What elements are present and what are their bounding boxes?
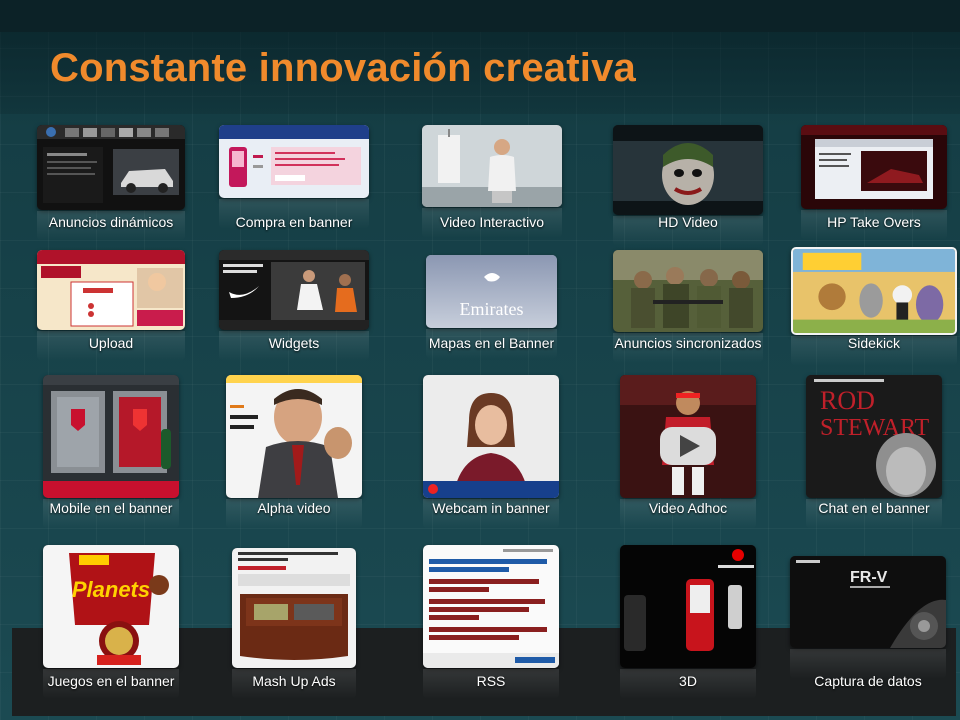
tile-label: Anuncios dinámicos bbox=[48, 214, 174, 230]
tile-label: 3D bbox=[679, 673, 697, 689]
tile-label: HP Take Overs bbox=[827, 214, 921, 230]
slide-title: Constante innovación creativa bbox=[50, 46, 636, 90]
tile-label: Sidekick bbox=[847, 335, 901, 351]
tile-label: Mapas en el Banner bbox=[428, 335, 555, 351]
thumbnail bbox=[43, 375, 179, 498]
tile-label: HD Video bbox=[658, 214, 718, 230]
slide: Constante innovación creativa Anuncios d… bbox=[0, 0, 960, 720]
thumbnail bbox=[422, 125, 562, 207]
tile-label: Juegos en el banner bbox=[47, 673, 175, 689]
thumbnail bbox=[219, 250, 369, 330]
tile-label: Mobile en el banner bbox=[49, 500, 173, 516]
thumbnail bbox=[620, 375, 756, 498]
thumbnail: FR-V bbox=[790, 556, 946, 648]
thumbnail: Planets bbox=[43, 545, 179, 668]
tile-label: Mash Up Ads bbox=[252, 673, 336, 689]
tile-label: Video Interactivo bbox=[439, 214, 545, 230]
thumbnail bbox=[226, 375, 362, 498]
emirates-logo-text: Emirates bbox=[460, 299, 524, 319]
thumbnail: Emirates bbox=[426, 255, 557, 328]
thumbnail bbox=[613, 125, 763, 215]
tile-label: Widgets bbox=[268, 335, 320, 351]
tile-label: Video Adhoc bbox=[648, 500, 728, 516]
tile-label: Alpha video bbox=[257, 500, 331, 516]
tile-label: Captura de datos bbox=[814, 673, 922, 689]
thumbnail bbox=[801, 125, 947, 209]
frv-logo-text: FR-V bbox=[850, 569, 888, 586]
svg-text:ROD: ROD bbox=[820, 386, 875, 415]
tile-label: Compra en banner bbox=[235, 214, 353, 230]
thumbnail bbox=[423, 545, 559, 668]
top-bar bbox=[0, 0, 960, 32]
tile-label: Chat en el banner bbox=[818, 500, 930, 516]
tile-label: Anuncios sincronizados bbox=[614, 335, 762, 351]
tile-label: Upload bbox=[88, 335, 134, 351]
svg-text:Planets: Planets bbox=[72, 577, 150, 602]
thumbnail bbox=[791, 247, 957, 335]
thumbnail bbox=[423, 375, 559, 498]
thumbnail bbox=[232, 548, 356, 668]
thumbnail bbox=[613, 250, 763, 332]
thumbnail bbox=[37, 125, 185, 210]
thumbnail bbox=[620, 545, 756, 668]
thumbnail: ROD STEWART bbox=[806, 375, 942, 498]
tile-label: Webcam in banner bbox=[432, 500, 550, 516]
thumbnail bbox=[219, 125, 369, 198]
thumbnail bbox=[37, 250, 185, 330]
tile-label: RSS bbox=[476, 673, 506, 689]
